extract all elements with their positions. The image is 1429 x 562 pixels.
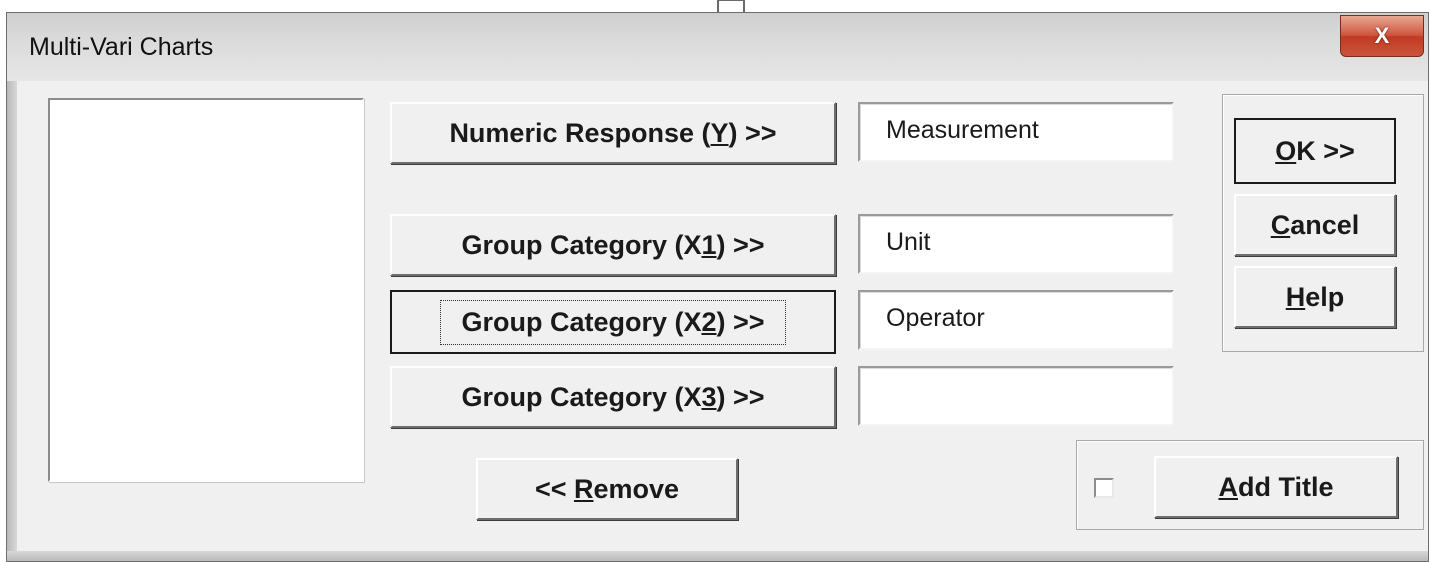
title-bar: Multi-Vari Charts X	[7, 13, 1428, 81]
group-category-x1-field[interactable]: Unit	[858, 214, 1174, 274]
group-category-x1-button-label: Group Category (X1) >>	[461, 229, 765, 260]
numeric-response-field[interactable]: Measurement	[858, 102, 1174, 162]
add-title-button[interactable]: Add Title	[1154, 456, 1398, 518]
close-icon: X	[1374, 23, 1390, 48]
group-category-x3-button[interactable]: Group Category (X3) >>	[390, 366, 836, 428]
window-frame-left	[7, 81, 17, 561]
add-title-button-label: Add Title	[1218, 471, 1334, 502]
remove-button[interactable]: << Remove	[476, 458, 738, 520]
ok-button-label: OK >>	[1275, 135, 1355, 166]
group-category-x3-button-label: Group Category (X3) >>	[461, 381, 765, 412]
group-category-x2-button-label: Group Category (X2) >>	[440, 299, 786, 345]
ok-button[interactable]: OK >>	[1234, 118, 1396, 184]
cancel-button-label: Cancel	[1270, 209, 1360, 240]
numeric-response-button-label: Numeric Response (Y) >>	[449, 117, 777, 148]
numeric-response-button[interactable]: Numeric Response (Y) >>	[390, 102, 836, 164]
remove-button-label: << Remove	[534, 473, 680, 504]
group-category-x2-button[interactable]: Group Category (X2) >>	[390, 290, 836, 354]
window-frame-bottom	[7, 551, 1428, 561]
help-button[interactable]: Help	[1234, 266, 1396, 328]
window-title: Multi-Vari Charts	[29, 33, 214, 61]
group-category-x1-button[interactable]: Group Category (X1) >>	[390, 214, 836, 276]
group-category-x2-field[interactable]: Operator	[858, 290, 1174, 350]
help-button-label: Help	[1285, 281, 1345, 312]
add-title-checkbox[interactable]	[1094, 478, 1114, 498]
variable-listbox[interactable]	[48, 98, 364, 482]
cancel-button[interactable]: Cancel	[1234, 194, 1396, 256]
close-button[interactable]: X	[1340, 15, 1424, 57]
group-category-x3-field[interactable]	[858, 366, 1174, 426]
